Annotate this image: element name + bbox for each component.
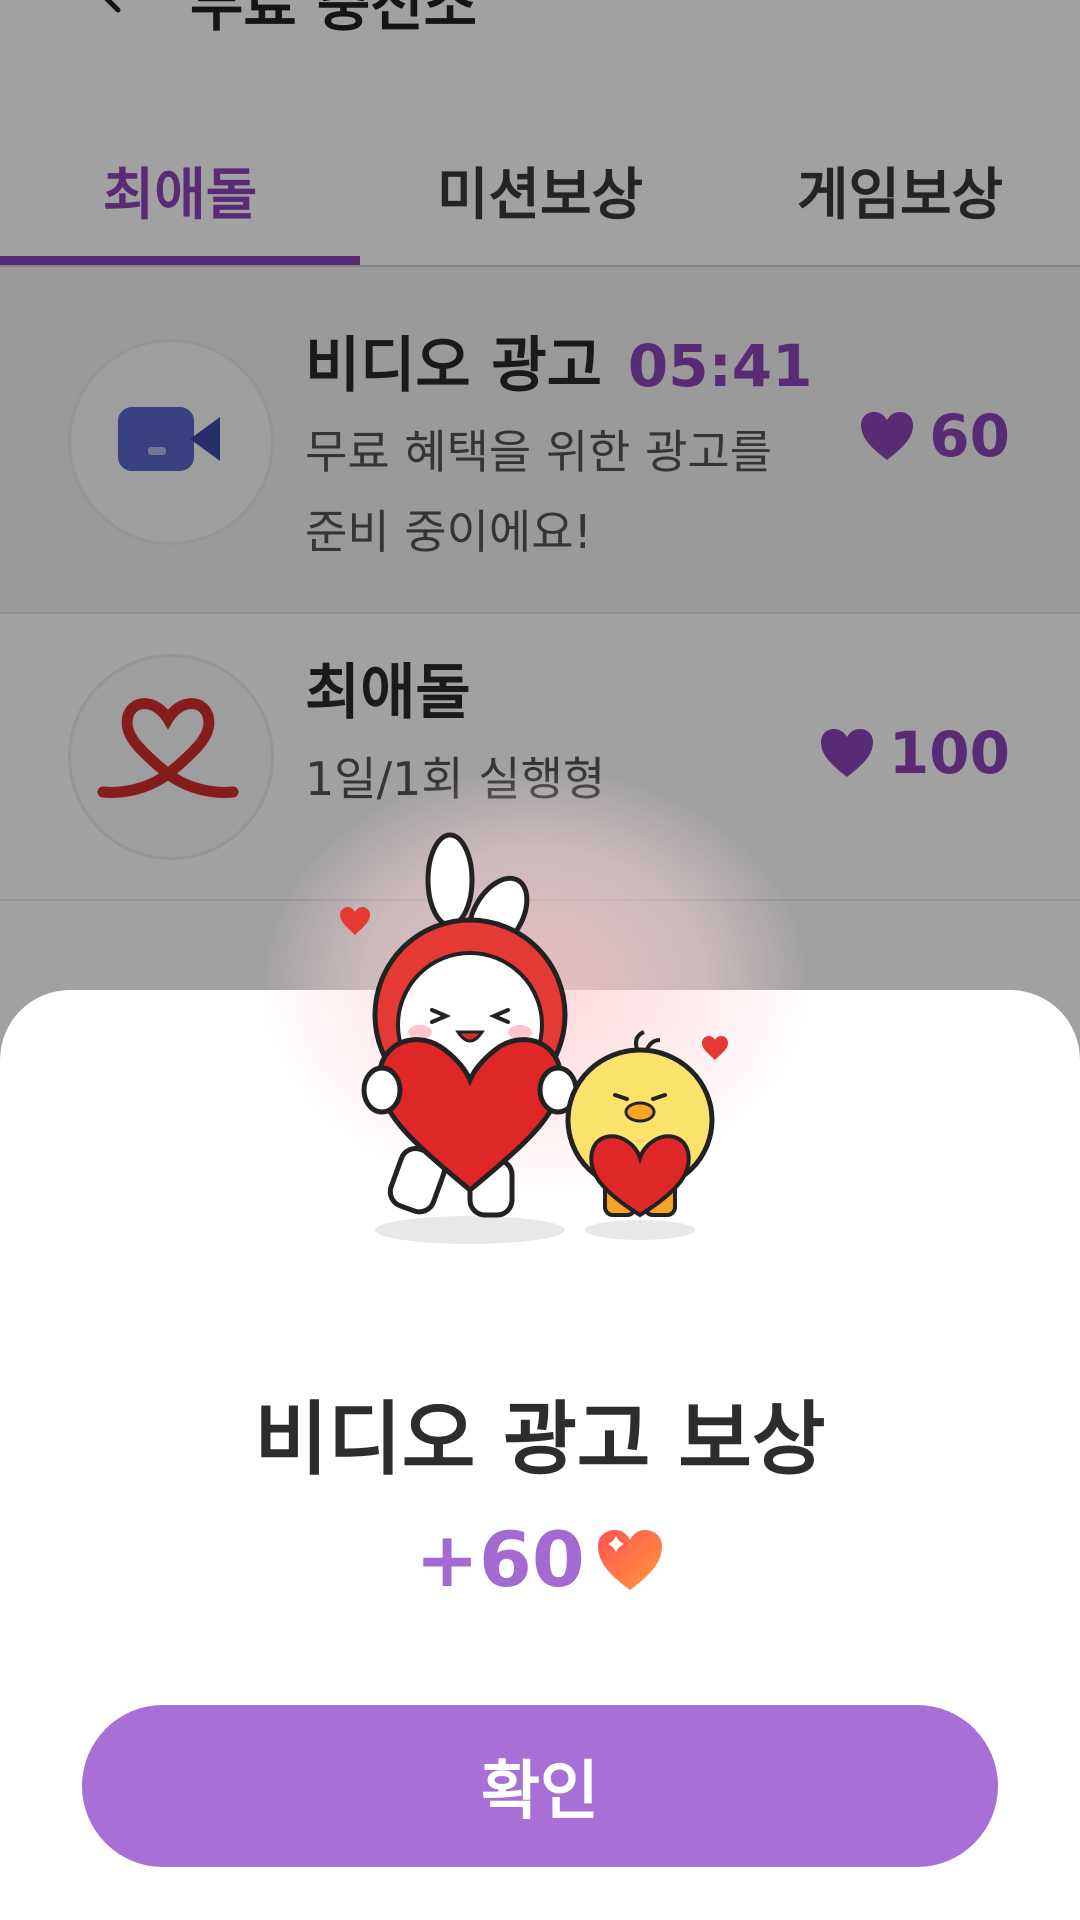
reward-amount: +60	[0, 1515, 1080, 1604]
confirm-button[interactable]: 확인	[82, 1705, 998, 1867]
heart-icon	[597, 1529, 662, 1590]
reward-amount-value: +60	[415, 1515, 585, 1604]
rabbit-chick-mascot-illustration	[340, 832, 728, 1244]
reward-dialog-title: 비디오 광고 보상	[254, 1393, 826, 1486]
